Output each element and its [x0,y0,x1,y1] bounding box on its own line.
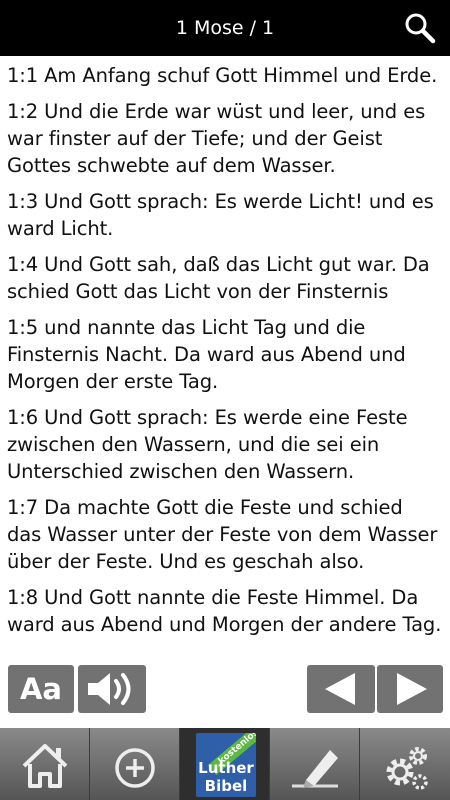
bottom-nav: kostenlos Luther Bibel [0,728,450,800]
next-arrow-icon [397,673,427,705]
bible-logo-line1: Luther [198,759,254,777]
verse-1-1: 1:1 Am Anfang schuf Gott Himmel und Erde… [7,64,438,87]
verse-1-8: 1:8 Und Gott nannte die Feste Himmel. Da… [7,586,442,636]
home-icon [22,744,68,788]
top-bar: 1 Mose / 1 [0,0,450,56]
previous-chapter-button[interactable] [307,665,375,713]
gear-icon [386,747,428,790]
verse-1-5: 1:5 und nannte das Licht Tag und die Fin… [7,316,406,393]
search-icon[interactable] [404,12,436,44]
verse-1-7: 1:7 Da machte Gott die Feste und schied … [7,496,438,573]
bible-logo-line2: Bibel [204,777,248,795]
add-tab[interactable] [90,728,180,800]
speaker-icon [88,673,131,705]
prev-arrow-icon [325,673,355,705]
verse-content[interactable]: 1:1 Am Anfang schuf Gott Himmel und Erde… [0,56,450,728]
verse-1-2: 1:2 Und die Erde war wüst und leer, und … [7,100,426,177]
settings-tab[interactable] [360,728,450,800]
notes-tab[interactable] [270,728,360,800]
luther-bibel-tab[interactable]: kostenlos Luther Bibel [180,728,270,800]
verse-1-4: 1:4 Und Gott sah, daß das Licht gut war.… [7,253,430,303]
font-size-button[interactable]: Aa [8,665,74,713]
verse-1-6: 1:6 Und Gott sprach: Es werde eine Feste… [7,406,408,483]
add-circle-icon [115,748,155,788]
luther-bibel-logo: kostenlos Luther Bibel [196,733,256,797]
pen-icon [292,750,338,788]
page-title: 1 Mose / 1 [175,17,275,39]
audio-button[interactable] [78,665,146,713]
home-tab[interactable] [0,728,90,800]
next-chapter-button[interactable] [377,665,443,713]
verse-1-3: 1:3 Und Gott sprach: Es werde Licht! und… [7,190,434,240]
